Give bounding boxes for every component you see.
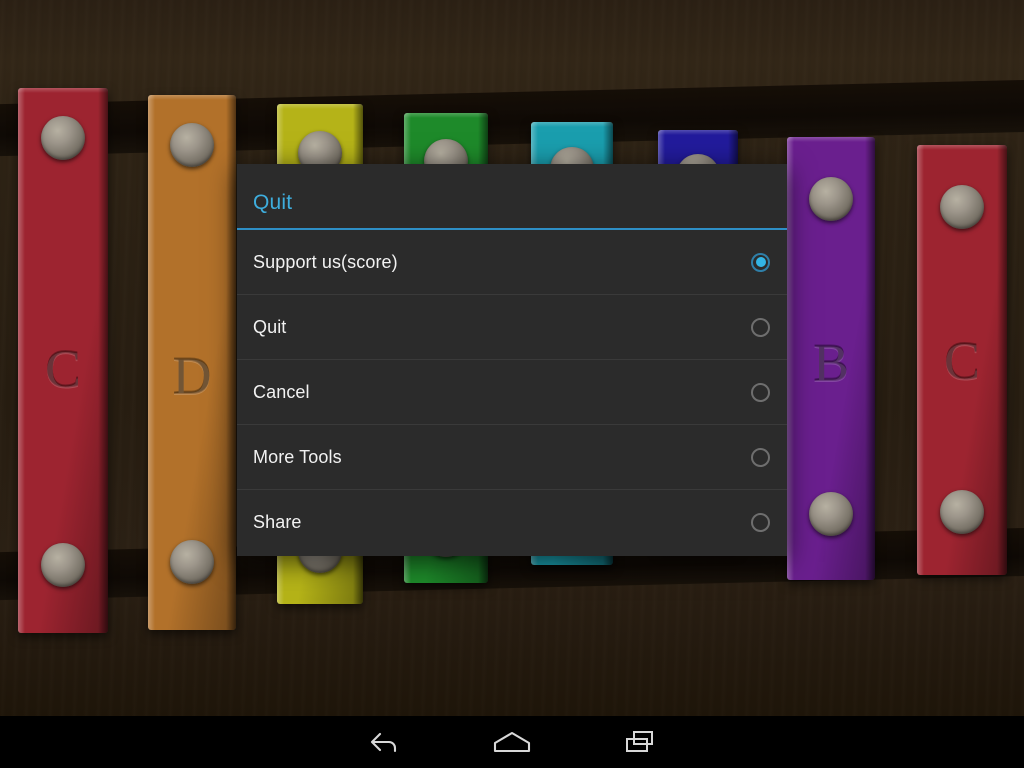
dialog-option-label: Quit (253, 316, 287, 337)
xylophone-bar-b-6[interactable]: B (787, 137, 875, 580)
bar-knob-bottom (170, 540, 214, 584)
bar-edge-l (18, 88, 25, 633)
dialog-option-label: More Tools (253, 446, 342, 467)
dialog-option-more-tools[interactable]: More Tools (237, 425, 787, 490)
bar-edge-t (404, 113, 488, 118)
bar-edge-l (148, 95, 155, 630)
bar-knob-bottom (940, 490, 984, 534)
bar-edge-t (18, 88, 108, 93)
bar-edge-r (98, 88, 108, 633)
xylophone-bar-c-7[interactable]: C (917, 145, 1007, 575)
bar-knob-top (809, 177, 853, 221)
dialog-option-radio[interactable] (751, 382, 770, 402)
dialog-option-label: Share (253, 512, 302, 532)
quit-dialog: Quit Support us(score) Quit Cancel More Too… (237, 164, 787, 556)
bar-edge-l (787, 137, 794, 580)
screen: CDBC Quit Support us(score) Quit Cancel Mor… (0, 0, 1024, 768)
dialog-option-list: Support us(score) Quit Cancel More Tools Sha… (237, 230, 787, 555)
dialog-title-bar: Quit (237, 164, 787, 230)
nav-recents-button[interactable] (576, 716, 704, 768)
home-icon (493, 731, 531, 753)
nav-back-button[interactable] (320, 716, 448, 768)
bar-knob-top (940, 185, 984, 229)
dialog-option-radio[interactable] (751, 513, 770, 532)
recents-icon (626, 731, 653, 752)
dialog-option-cancel[interactable]: Cancel (237, 360, 787, 425)
bar-edge-t (148, 95, 236, 100)
bar-knob-top (170, 123, 214, 167)
bar-edge-r (865, 137, 875, 580)
dialog-option-quit[interactable]: Quit (237, 295, 787, 360)
dialog-option-share[interactable]: Share (237, 490, 787, 555)
bar-edge-l (917, 145, 924, 575)
dialog-option-label: Cancel (253, 381, 310, 402)
android-navigation-bar (0, 716, 1024, 768)
back-icon (370, 732, 397, 753)
bar-edge-t (787, 137, 875, 142)
dialog-option-support-us-score[interactable]: Support us(score) (237, 230, 787, 295)
dialog-option-radio[interactable] (751, 447, 770, 467)
bar-knob-bottom (41, 543, 85, 587)
dialog-option-label: Support us(score) (253, 251, 398, 272)
bar-edge-t (531, 122, 613, 127)
xylophone-bar-c-0[interactable]: C (18, 88, 108, 633)
bar-edge-r (997, 145, 1007, 575)
bar-edge-t (658, 130, 738, 135)
nav-home-button[interactable] (448, 716, 576, 768)
bar-edge-t (277, 104, 363, 109)
xylophone-bar-d-1[interactable]: D (148, 95, 236, 630)
bar-edge-r (226, 95, 236, 630)
bar-knob-top (41, 116, 85, 160)
dialog-option-radio[interactable] (751, 317, 770, 337)
dialog-option-radio-selected[interactable] (751, 252, 770, 272)
bar-edge-t (917, 145, 1007, 150)
dialog-title: Quit (253, 191, 293, 214)
bar-knob-bottom (809, 492, 853, 536)
